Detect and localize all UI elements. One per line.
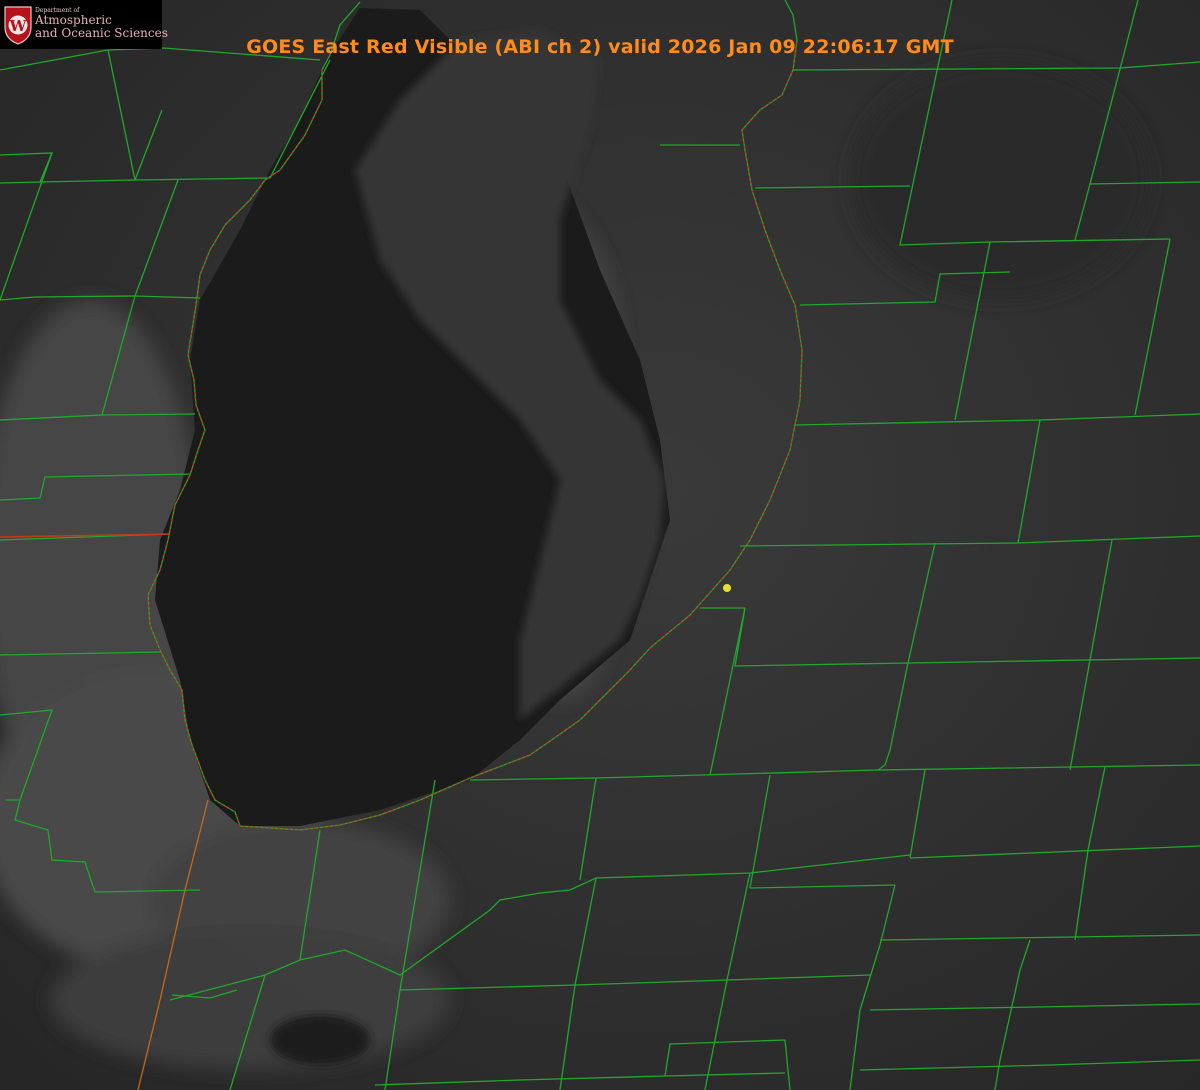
satellite-map — [0, 0, 1200, 1090]
dark-patch — [270, 1015, 370, 1065]
location-dot-icon — [723, 584, 731, 592]
seal-letter: W — [9, 17, 28, 35]
image-title: GOES East Red Visible (ABI ch 2) valid 2… — [246, 36, 954, 58]
